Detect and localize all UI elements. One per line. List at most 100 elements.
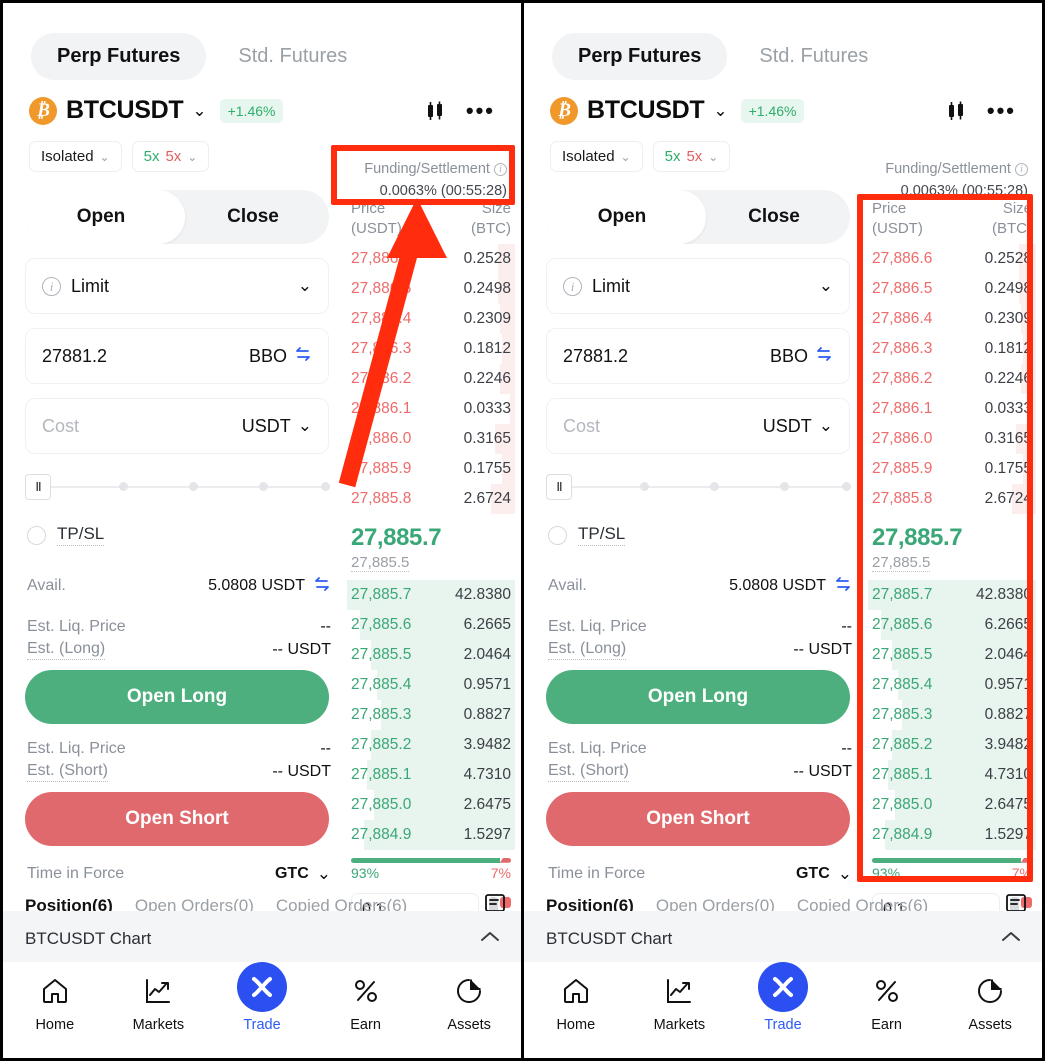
orderbook-row[interactable]: 27,886.2 0.2246: [868, 363, 1036, 394]
nav-item-earn[interactable]: Earn: [835, 972, 939, 1033]
orderbook-row[interactable]: 27,886.0 0.3165: [868, 423, 1036, 454]
price-input-value[interactable]: 27881.2: [42, 346, 249, 367]
leverage-selector[interactable]: 5x 5x ⌄: [131, 141, 210, 172]
price-input-field[interactable]: 27881.2 BBO: [25, 328, 329, 384]
cost-input-field[interactable]: Cost USDT ⌄: [25, 398, 329, 454]
orderbook-row[interactable]: 27,885.9 0.1755: [868, 453, 1036, 484]
orderbook-row[interactable]: 27,885.4 0.9571: [868, 669, 1036, 700]
info-icon[interactable]: i: [494, 163, 507, 176]
nav-item-assets[interactable]: Assets: [938, 972, 1042, 1033]
more-options-icon[interactable]: •••: [987, 99, 1016, 121]
tab-perp-futures[interactable]: Perp Futures: [31, 33, 207, 80]
swap-icon[interactable]: [834, 576, 852, 596]
orderbook-row[interactable]: 27,886.1 0.0333: [347, 393, 515, 424]
orderbook-row[interactable]: 27,886.4 0.2309: [347, 303, 515, 334]
order-type-selector[interactable]: i Limit ⌄: [25, 258, 329, 314]
nav-item-home[interactable]: Home: [3, 972, 107, 1033]
open-long-button[interactable]: Open Long: [546, 670, 850, 724]
bbo-button[interactable]: BBO: [770, 346, 808, 367]
orderbook-row[interactable]: 27,885.6 6.2665: [868, 609, 1036, 640]
chart-collapse-bar[interactable]: BTCUSDT Chart: [3, 911, 521, 967]
chevron-down-icon[interactable]: ⌄: [298, 416, 312, 436]
cost-input-placeholder[interactable]: Cost: [42, 416, 242, 437]
orderbook-row[interactable]: 27,886.5 0.2498: [868, 273, 1036, 304]
orderbook-row[interactable]: 27,886.2 0.2246: [347, 363, 515, 394]
funding-settlement-block[interactable]: Funding/Settlement i 0.0063% (00:55:28): [364, 159, 507, 203]
tab-std-futures[interactable]: Std. Futures: [733, 33, 894, 80]
candlestick-icon[interactable]: [422, 98, 448, 124]
price-input-field[interactable]: 27881.2 BBO: [546, 328, 850, 384]
slider-tick[interactable]: [321, 482, 330, 491]
radio-icon[interactable]: [27, 525, 46, 545]
margin-mode-selector[interactable]: Isolated ⌄: [550, 141, 643, 172]
slider-handle[interactable]: ‖: [546, 474, 572, 500]
nav-item-assets[interactable]: Assets: [417, 972, 521, 1033]
amount-slider[interactable]: ‖: [546, 474, 851, 500]
symbol-name[interactable]: BTCUSDT: [66, 96, 184, 125]
tab-close[interactable]: Close: [698, 190, 850, 244]
info-icon[interactable]: i: [1015, 163, 1028, 176]
orderbook-row[interactable]: 27,886.3 0.1812: [347, 333, 515, 364]
margin-mode-selector[interactable]: Isolated ⌄: [29, 141, 122, 172]
orderbook-row[interactable]: 27,886.3 0.1812: [868, 333, 1036, 364]
slider-tick[interactable]: [780, 482, 789, 491]
cost-input-placeholder[interactable]: Cost: [563, 416, 763, 437]
slider-tick[interactable]: [710, 482, 719, 491]
nav-item-trade[interactable]: Trade: [731, 962, 835, 1033]
slider-tick[interactable]: [119, 482, 128, 491]
info-icon[interactable]: i: [563, 276, 582, 296]
nav-item-trade[interactable]: Trade: [210, 962, 314, 1033]
orderbook-row[interactable]: 27,885.4 0.9571: [347, 669, 515, 700]
cost-input-field[interactable]: Cost USDT ⌄: [546, 398, 850, 454]
chart-collapse-bar[interactable]: BTCUSDT Chart: [524, 911, 1042, 967]
funding-settlement-block[interactable]: Funding/Settlement i 0.0063% (00:55:28): [885, 159, 1028, 203]
open-long-button[interactable]: Open Long: [25, 670, 329, 724]
orderbook-row[interactable]: 27,885.0 2.6475: [868, 789, 1036, 820]
orderbook-row[interactable]: 27,886.1 0.0333: [868, 393, 1036, 424]
more-options-icon[interactable]: •••: [466, 99, 495, 121]
orderbook-row[interactable]: 27,885.2 3.9482: [868, 729, 1036, 760]
orderbook-row[interactable]: 27,884.9 1.5297: [868, 819, 1036, 850]
symbol-name[interactable]: BTCUSDT: [587, 96, 705, 125]
orderbook-row[interactable]: 27,885.7 42.8380: [868, 579, 1036, 610]
time-in-force-row[interactable]: Time in Force GTC ⌄: [27, 864, 331, 884]
orderbook-row[interactable]: 27,885.3 0.8827: [347, 699, 515, 730]
tab-perp-futures[interactable]: Perp Futures: [552, 33, 728, 80]
orderbook-row[interactable]: 27,885.0 2.6475: [347, 789, 515, 820]
chevron-down-icon[interactable]: ⌄: [192, 101, 206, 121]
orderbook-row[interactable]: 27,886.0 0.3165: [347, 423, 515, 454]
orderbook-row[interactable]: 27,885.7 42.8380: [347, 579, 515, 610]
orderbook-row[interactable]: 27,885.5 2.0464: [868, 639, 1036, 670]
open-short-button[interactable]: Open Short: [25, 792, 329, 846]
leverage-selector[interactable]: 5x 5x ⌄: [652, 141, 731, 172]
time-in-force-row[interactable]: Time in Force GTC ⌄: [548, 864, 852, 884]
swap-icon[interactable]: [815, 346, 833, 366]
nav-item-home[interactable]: Home: [524, 972, 628, 1033]
orderbook-row[interactable]: 27,886.6 0.2528: [868, 243, 1036, 274]
slider-tick[interactable]: [189, 482, 198, 491]
chevron-down-icon[interactable]: ⌄: [838, 864, 852, 884]
orderbook-row[interactable]: 27,885.9 0.1755: [347, 453, 515, 484]
orderbook-row[interactable]: 27,885.8 2.6724: [347, 483, 515, 514]
orderbook-row[interactable]: 27,886.6 0.2528: [347, 243, 515, 274]
open-short-button[interactable]: Open Short: [546, 792, 850, 846]
price-input-value[interactable]: 27881.2: [563, 346, 770, 367]
info-icon[interactable]: i: [42, 276, 61, 296]
nav-item-earn[interactable]: Earn: [314, 972, 418, 1033]
orderbook-row[interactable]: 27,885.6 6.2665: [347, 609, 515, 640]
orderbook-row[interactable]: 27,886.4 0.2309: [868, 303, 1036, 334]
nav-item-markets[interactable]: Markets: [107, 972, 211, 1033]
orderbook-row[interactable]: 27,885.1 4.7310: [347, 759, 515, 790]
chevron-up-icon[interactable]: [479, 930, 501, 949]
radio-icon[interactable]: [548, 525, 567, 545]
orderbook-row[interactable]: 27,885.2 3.9482: [347, 729, 515, 760]
chevron-down-icon[interactable]: ⌄: [317, 864, 331, 884]
orderbook-row[interactable]: 27,885.5 2.0464: [347, 639, 515, 670]
orderbook-row[interactable]: 27,886.5 0.2498: [347, 273, 515, 304]
swap-icon[interactable]: [313, 576, 331, 596]
chevron-down-icon[interactable]: ⌄: [819, 416, 833, 436]
orderbook-row[interactable]: 27,885.1 4.7310: [868, 759, 1036, 790]
orderbook-row[interactable]: 27,884.9 1.5297: [347, 819, 515, 850]
slider-tick[interactable]: [842, 482, 851, 491]
tab-std-futures[interactable]: Std. Futures: [212, 33, 373, 80]
